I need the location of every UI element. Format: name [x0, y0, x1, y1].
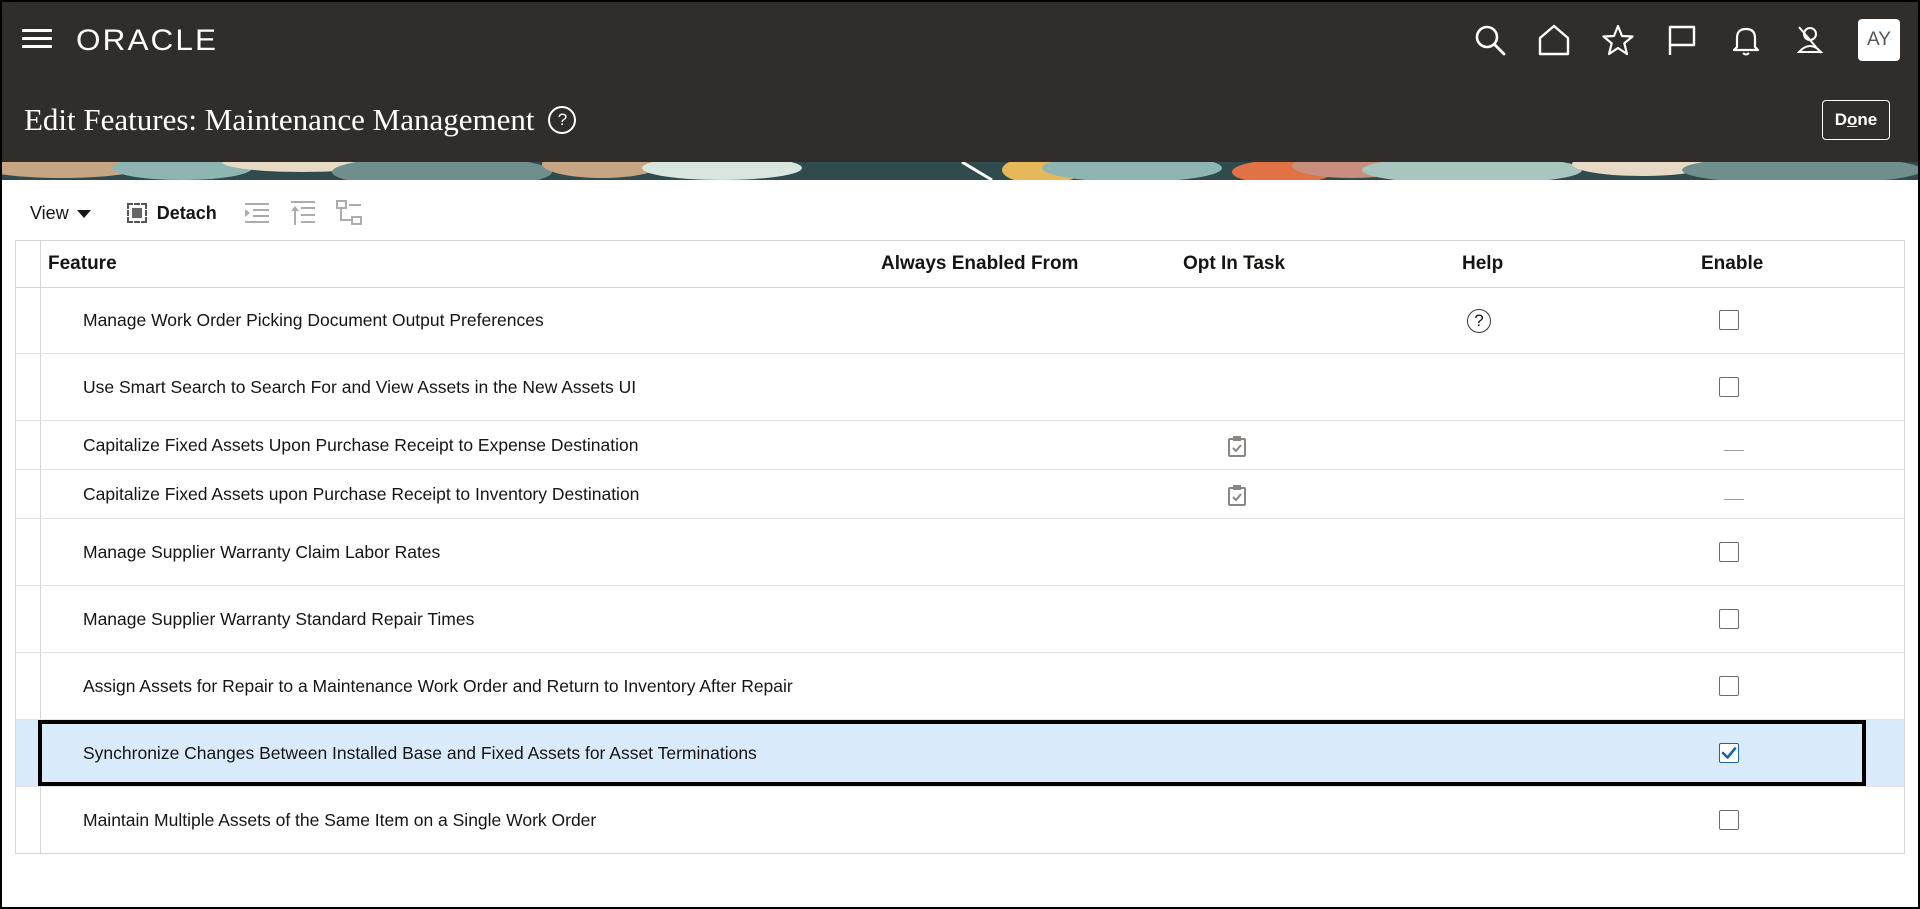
- avatar[interactable]: AY: [1858, 19, 1900, 61]
- home-icon[interactable]: [1532, 18, 1576, 62]
- detach-icon: [126, 203, 147, 223]
- oracle-logo[interactable]: ORACLE: [76, 24, 218, 58]
- opt-in-task-icon[interactable]: [1225, 483, 1249, 507]
- enable-checkbox-checked[interactable]: [1719, 742, 1739, 763]
- detach-label: Detach: [156, 202, 217, 223]
- hierarchy-icon[interactable]: [335, 199, 363, 227]
- expand-all-icon[interactable]: [243, 199, 271, 227]
- column-header-feature[interactable]: Feature: [48, 253, 117, 275]
- search-icon[interactable]: [1468, 18, 1512, 62]
- feature-name: Capitalize Fixed Assets upon Purchase Re…: [83, 483, 640, 504]
- row-gutter[interactable]: [16, 421, 41, 469]
- table-row[interactable]: Assign Assets for Repair to a Maintenanc…: [16, 653, 1904, 720]
- feature-name: Manage Work Order Picking Document Outpu…: [83, 309, 544, 330]
- done-label-suffix: ne: [1857, 110, 1878, 129]
- column-header-opt-in-task[interactable]: Opt In Task: [1183, 253, 1285, 275]
- page-title-text: Edit Features: Maintenance Management: [24, 102, 535, 137]
- enable-checkbox[interactable]: [1719, 608, 1739, 629]
- enable-checkbox[interactable]: [1719, 675, 1739, 696]
- row-gutter[interactable]: [16, 354, 41, 420]
- opt-in-task-icon[interactable]: [1225, 434, 1249, 458]
- view-menu-label: View: [30, 202, 69, 223]
- menu-icon[interactable]: [22, 25, 52, 55]
- row-gutter[interactable]: [16, 586, 41, 652]
- table-row[interactable]: Synchronize Changes Between Installed Ba…: [16, 720, 1904, 787]
- global-header: ORACLE AY Edit Features: Maintenance Man…: [2, 2, 1918, 162]
- column-header-always-enabled-from[interactable]: Always Enabled From: [881, 253, 1078, 275]
- feature-help-icon[interactable]: ?: [1467, 308, 1491, 333]
- done-button[interactable]: Do ne: [1822, 100, 1890, 140]
- done-label-mnemonic: o: [1847, 110, 1858, 129]
- table-toolbar: View Detach: [30, 196, 381, 230]
- enable-checkbox[interactable]: [1719, 376, 1739, 397]
- row-gutter[interactable]: [16, 720, 41, 786]
- view-menu[interactable]: View: [30, 203, 91, 224]
- table-row[interactable]: Manage Supplier Warranty Standard Repair…: [16, 586, 1904, 653]
- enable-checkbox[interactable]: [1719, 541, 1739, 562]
- enable-not-applicable-dash: [1724, 449, 1744, 451]
- row-gutter[interactable]: [16, 470, 41, 518]
- row-gutter[interactable]: [16, 787, 41, 854]
- feature-name: Capitalize Fixed Assets Upon Purchase Re…: [83, 434, 639, 455]
- enable-checkbox[interactable]: [1719, 309, 1739, 330]
- table-row[interactable]: Manage Work Order Picking Document Outpu…: [16, 287, 1904, 354]
- column-header-help[interactable]: Help: [1462, 253, 1503, 275]
- table-row[interactable]: Use Smart Search to Search For and View …: [16, 354, 1904, 421]
- feature-name: Manage Supplier Warranty Standard Repair…: [83, 608, 475, 629]
- collapse-all-icon[interactable]: [289, 199, 317, 227]
- feature-name: Manage Supplier Warranty Claim Labor Rat…: [83, 541, 441, 562]
- user-icon[interactable]: [1788, 18, 1832, 62]
- row-gutter[interactable]: [16, 653, 41, 719]
- caret-down-icon: [76, 210, 91, 218]
- row-gutter[interactable]: [16, 287, 41, 353]
- detach-button[interactable]: Detach: [126, 202, 217, 224]
- header-actions: AY: [1448, 18, 1900, 62]
- table-row[interactable]: Maintain Multiple Assets of the Same Ite…: [16, 787, 1904, 854]
- enable-not-applicable-dash: [1724, 498, 1744, 500]
- table-row[interactable]: Capitalize Fixed Assets upon Purchase Re…: [16, 470, 1904, 519]
- table-row[interactable]: Manage Supplier Warranty Claim Labor Rat…: [16, 519, 1904, 586]
- row-gutter[interactable]: [16, 519, 41, 585]
- flag-icon[interactable]: [1660, 18, 1704, 62]
- page-title: Edit Features: Maintenance Management ?: [24, 102, 577, 138]
- column-header-enable[interactable]: Enable: [1701, 253, 1763, 275]
- done-label-prefix: D: [1834, 110, 1848, 129]
- feature-name: Synchronize Changes Between Installed Ba…: [83, 742, 757, 763]
- decorative-banner: [2, 162, 1918, 180]
- feature-name: Assign Assets for Repair to a Maintenanc…: [83, 675, 793, 696]
- feature-name: Use Smart Search to Search For and View …: [83, 376, 637, 397]
- star-icon[interactable]: [1596, 18, 1640, 62]
- table-row[interactable]: Capitalize Fixed Assets Upon Purchase Re…: [16, 421, 1904, 470]
- help-icon[interactable]: ?: [548, 106, 577, 134]
- bell-icon[interactable]: [1724, 18, 1768, 62]
- table-header: Feature Always Enabled From Opt In Task …: [16, 241, 1904, 288]
- enable-checkbox[interactable]: [1719, 809, 1739, 830]
- feature-name: Maintain Multiple Assets of the Same Ite…: [83, 809, 597, 830]
